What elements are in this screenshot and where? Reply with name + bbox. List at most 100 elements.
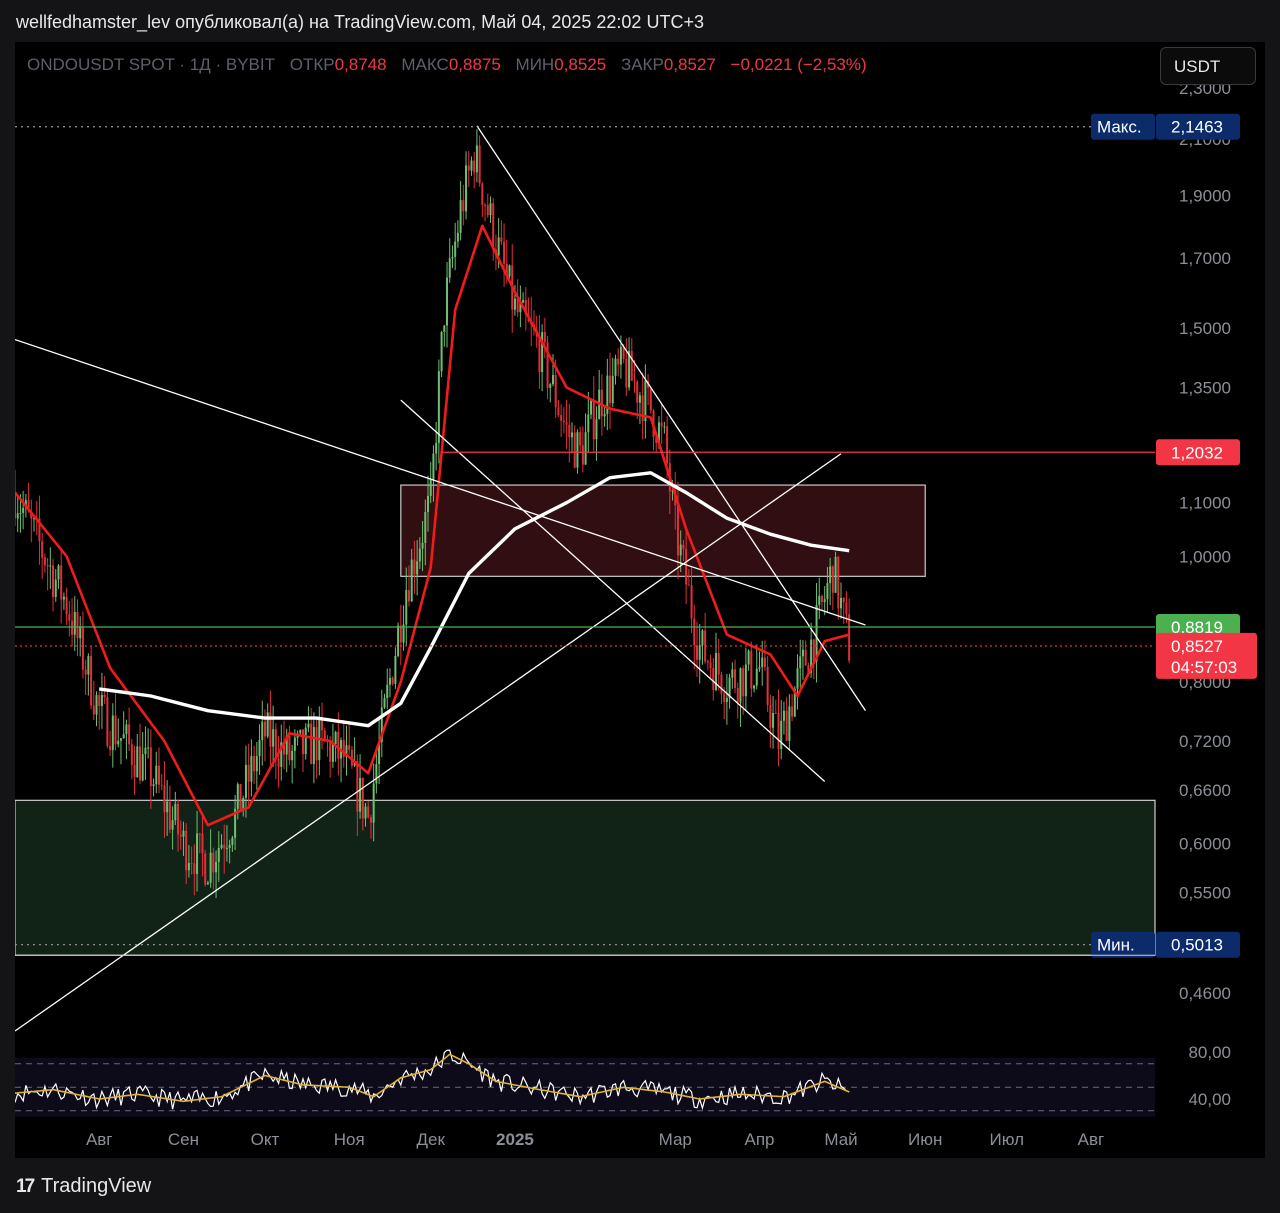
- candle-body: [372, 783, 375, 823]
- candle-body: [258, 740, 261, 757]
- candle-body: [98, 695, 101, 706]
- candle-up: [753, 684, 756, 693]
- candle-body: [579, 432, 582, 446]
- x-tick-label: Окт: [251, 1130, 280, 1149]
- currency-button[interactable]: USDT: [1160, 47, 1256, 85]
- candle-body: [361, 777, 364, 819]
- candle-down: [467, 151, 470, 187]
- candle-down: [46, 557, 49, 591]
- x-tick-label: Июл: [989, 1130, 1024, 1149]
- candle-body: [720, 674, 723, 694]
- candle-body: [15, 492, 16, 519]
- candle-body: [492, 203, 495, 250]
- candle-down: [532, 310, 535, 336]
- candle-body: [845, 602, 848, 615]
- candle-up: [22, 490, 25, 530]
- candle-down: [133, 745, 136, 796]
- candle-body: [410, 559, 413, 602]
- candle-up: [136, 733, 139, 778]
- candle-up: [383, 693, 386, 710]
- candle-body: [489, 203, 492, 216]
- candle-down: [581, 426, 584, 473]
- candle-down: [52, 558, 55, 612]
- candle-body: [829, 566, 832, 584]
- candle-body: [484, 204, 487, 206]
- footer-logo[interactable]: 17 TradingView: [16, 1175, 151, 1198]
- chart-frame[interactable]: 2,30002,10001,90001,70001,50001,35001,10…: [15, 42, 1265, 1158]
- candle-up: [144, 726, 147, 780]
- candle-up: [465, 151, 468, 220]
- candle-up: [437, 359, 440, 464]
- candle-up: [508, 264, 511, 279]
- price-chart[interactable]: 2,30002,10001,90001,70001,50001,35001,10…: [15, 42, 1265, 1158]
- y-tick-label: 0,7200: [1179, 732, 1231, 751]
- candle-down: [204, 849, 207, 887]
- candle-body: [685, 548, 688, 585]
- candle-body: [739, 668, 742, 703]
- candle-down: [98, 691, 101, 730]
- candle-body: [609, 375, 612, 404]
- candle-body: [513, 298, 516, 310]
- candle-body: [310, 723, 313, 764]
- candle-body: [133, 764, 136, 778]
- candle-down: [41, 532, 44, 580]
- candle-body: [698, 645, 701, 660]
- candle-up: [815, 582, 818, 683]
- candle-up: [125, 719, 128, 760]
- candle-down: [269, 690, 272, 765]
- candle-body: [592, 400, 595, 440]
- candle-up: [280, 724, 283, 781]
- legend-high-label: МАКС: [401, 55, 449, 74]
- candle-down: [766, 655, 769, 713]
- candle-body: [160, 784, 163, 786]
- candle-body: [565, 422, 568, 425]
- candle-body: [731, 669, 734, 678]
- candle-up: [111, 703, 114, 768]
- x-tick-label: Мар: [659, 1130, 692, 1149]
- candle-up: [394, 647, 397, 689]
- candle-up: [446, 261, 449, 348]
- candle-down: [573, 425, 576, 469]
- candle-up: [470, 156, 473, 176]
- candle-down: [837, 555, 840, 620]
- candle-body: [79, 626, 82, 639]
- candle-body: [693, 618, 696, 646]
- candle-body: [576, 432, 579, 468]
- candle-body: [427, 495, 429, 513]
- candle-down: [486, 193, 489, 218]
- candle-down: [804, 640, 807, 666]
- candle-body: [418, 548, 421, 562]
- candle-up: [174, 791, 177, 826]
- candle-body: [744, 664, 747, 697]
- legend-open-label: ОТКР: [289, 55, 335, 74]
- candle-body: [138, 746, 141, 781]
- y-tick-label: 0,6600: [1179, 781, 1231, 800]
- candle-down: [168, 785, 171, 834]
- candle-body: [321, 720, 324, 731]
- candle-up: [780, 700, 783, 760]
- candle-body: [179, 834, 182, 837]
- candle-body: [831, 566, 834, 593]
- candle-body: [459, 200, 462, 233]
- candle-up: [117, 718, 120, 748]
- candle-down: [81, 611, 84, 679]
- candle-up: [611, 357, 614, 408]
- candle-body: [791, 706, 794, 717]
- candle-body: [481, 183, 484, 205]
- candle-body: [87, 656, 90, 675]
- candle-body: [750, 650, 753, 689]
- candle-body: [541, 332, 544, 373]
- candle-body: [573, 432, 576, 468]
- candle-body: [201, 833, 204, 854]
- candle-down: [704, 612, 707, 664]
- candle-body: [782, 710, 785, 721]
- candle-up: [489, 196, 492, 223]
- candle-down: [649, 387, 652, 414]
- candle-up: [606, 358, 609, 431]
- candle-body: [204, 853, 207, 885]
- candle-down: [693, 604, 696, 670]
- candle-body: [244, 764, 247, 798]
- candle-down: [76, 599, 79, 656]
- candle-body: [812, 639, 815, 662]
- legend-high-value: 0,8875: [448, 55, 501, 74]
